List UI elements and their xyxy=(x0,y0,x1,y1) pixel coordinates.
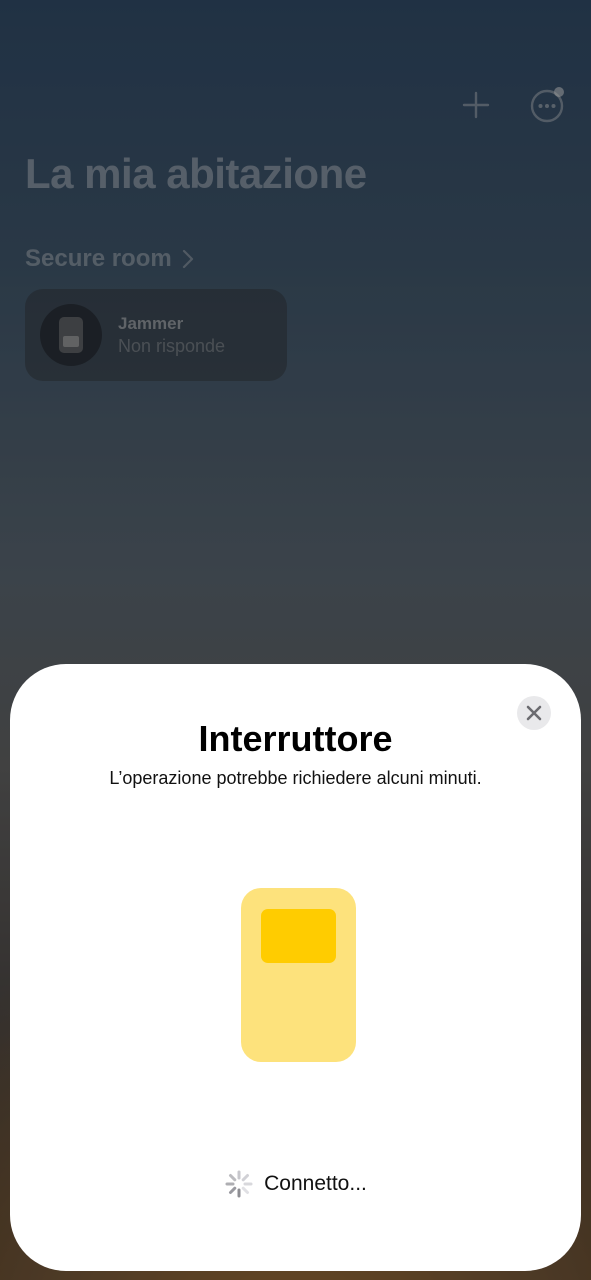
sheet-subtitle: L’operazione potrebbe richiedere alcuni … xyxy=(109,768,482,788)
connecting-status: Connetto... xyxy=(10,1169,581,1199)
switch-rocker xyxy=(261,909,336,963)
add-accessory-sheet: Interruttore L’operazione potrebbe richi… xyxy=(10,664,581,1271)
switch-illustration xyxy=(241,888,356,1062)
sheet-title: Interruttore xyxy=(198,718,393,759)
connecting-label: Connetto... xyxy=(264,1172,367,1195)
spinner-icon xyxy=(225,1170,253,1198)
